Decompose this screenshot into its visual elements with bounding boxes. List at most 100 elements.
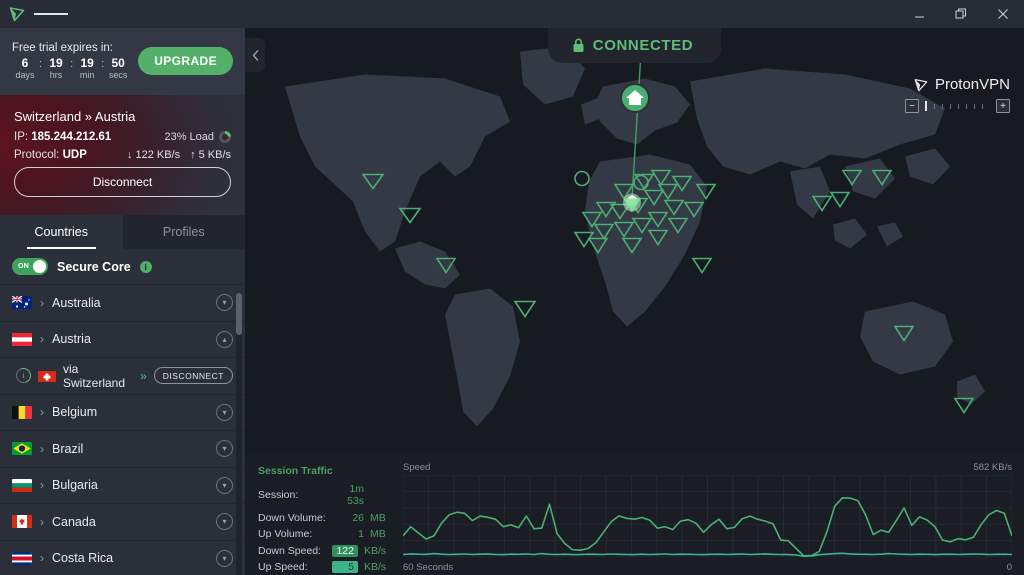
chart-axis-labels: 60 Seconds 0 xyxy=(403,562,1012,573)
tab-profiles[interactable]: Profiles xyxy=(122,215,245,249)
stat-row-down-speed: Down Speed: 122 KB/s xyxy=(258,544,395,557)
server-load: 23% Load xyxy=(164,131,231,143)
secure-core-server-row[interactable]: i via Switzerland » DISCONNECT xyxy=(0,358,245,395)
traffic-stats: Session Traffic Session: 1m 53s Down Vol… xyxy=(245,455,395,575)
country-row-bulgaria[interactable]: › Bulgaria ▾ xyxy=(0,468,245,504)
secure-core-toggle-state: ON xyxy=(18,263,30,270)
country-chevron-icon: › xyxy=(40,332,44,347)
connection-protocol-row: Protocol: UDP ↓ 122 KB/s ↑ 5 KB/s xyxy=(14,149,231,161)
country-list[interactable]: › Australia ▾ › Austria ▴ i via Switzerl… xyxy=(0,285,245,575)
sidebar-collapse-button[interactable] xyxy=(245,38,265,72)
sidebar-tabs: Countries Profiles xyxy=(0,215,245,249)
upload-arrow-icon: ↑ xyxy=(190,149,196,161)
scrollbar-track xyxy=(236,293,242,575)
toggle-knob xyxy=(33,260,46,273)
country-row-costa-rica[interactable]: › Costa Rica ▾ xyxy=(0,541,245,575)
expand-costa-rica-button[interactable]: ▾ xyxy=(216,549,233,567)
zoom-slider-handle[interactable] xyxy=(925,101,927,111)
expand-belgium-button[interactable]: ▾ xyxy=(216,403,233,421)
expand-canada-button[interactable]: ▾ xyxy=(216,513,233,531)
info-icon[interactable]: i xyxy=(139,260,152,273)
hamburger-menu-icon[interactable] xyxy=(34,0,68,28)
protonvpn-logo-icon xyxy=(914,78,928,91)
restore-button[interactable] xyxy=(940,0,982,28)
close-button[interactable] xyxy=(982,0,1024,28)
connection-speeds: ↓ 122 KB/s ↑ 5 KB/s xyxy=(127,149,231,161)
stat-value-up-volume: 1 xyxy=(358,528,364,540)
flag-brazil-icon xyxy=(12,442,32,456)
brand-name: ProtonVPN xyxy=(934,76,1010,93)
stat-label-down-speed: Down Speed: xyxy=(258,544,322,557)
country-name-costa-rica: Costa Rica xyxy=(52,551,114,566)
country-list-scroll: › Australia ▾ › Austria ▴ i via Switzerl… xyxy=(0,285,245,575)
stat-value-up-speed: 5 xyxy=(332,561,358,573)
zoom-tick xyxy=(958,103,959,109)
up-speed-value: 5 KB/s xyxy=(198,149,231,161)
countdown-minutes: 19 min xyxy=(74,56,100,81)
countdown-seconds-value: 50 xyxy=(111,55,125,70)
zoom-slider-track[interactable] xyxy=(923,99,992,113)
secure-core-chevron-icon: » xyxy=(140,368,147,383)
expand-bulgaria-button[interactable]: ▾ xyxy=(216,476,233,494)
chart-x-left-label: 60 Seconds xyxy=(403,562,454,573)
country-row-canada[interactable]: › Canada ▾ xyxy=(0,504,245,541)
brand-and-zoom: ProtonVPN − + xyxy=(905,76,1010,113)
upgrade-button[interactable]: UPGRADE xyxy=(138,47,233,75)
zoom-tick xyxy=(942,103,943,109)
country-row-belgium[interactable]: › Belgium ▾ xyxy=(0,395,245,431)
minimize-button[interactable] xyxy=(898,0,940,28)
server-disconnect-button[interactable]: DISCONNECT xyxy=(153,367,233,385)
secure-core-toggle[interactable]: ON xyxy=(12,258,48,275)
stat-label-up-volume: Up Volume: xyxy=(258,528,313,540)
stat-unit-down-speed: KB/s xyxy=(364,544,387,557)
protonvpn-window: Free trial expires in: 6 days : 19 hrs : xyxy=(0,0,1024,575)
secure-core-info-icon[interactable]: i xyxy=(16,368,31,384)
expand-australia-button[interactable]: ▾ xyxy=(216,294,233,312)
country-chevron-icon: › xyxy=(40,514,44,529)
country-row-australia[interactable]: › Australia ▾ xyxy=(0,285,245,322)
expand-brazil-button[interactable]: ▾ xyxy=(216,440,233,458)
countdown-row: 6 days : 19 hrs : 19 min : 50 secs xyxy=(12,55,131,81)
stat-unit-up-speed: KB/s xyxy=(364,561,387,573)
country-row-brazil[interactable]: › Brazil ▾ xyxy=(0,431,245,468)
zoom-in-button[interactable]: + xyxy=(996,99,1010,113)
chart-max-label: 582 KB/s xyxy=(973,462,1012,473)
zoom-out-button[interactable]: − xyxy=(905,99,919,113)
home-marker-icon[interactable] xyxy=(619,82,651,119)
trial-title: Free trial expires in: xyxy=(12,41,113,54)
countdown-days-value: 6 xyxy=(21,55,29,70)
flag-austria-icon xyxy=(12,332,32,346)
brand-row: ProtonVPN xyxy=(913,76,1010,93)
flag-bulgaria-icon xyxy=(12,478,32,492)
chevron-left-icon xyxy=(252,49,258,61)
disconnect-button[interactable]: Disconnect xyxy=(14,167,231,197)
country-name-belgium: Belgium xyxy=(52,405,98,420)
scrollbar-thumb[interactable] xyxy=(236,293,242,335)
tab-countries[interactable]: Countries xyxy=(0,215,123,249)
country-name-bulgaria: Bulgaria xyxy=(52,478,98,493)
sidebar: Free trial expires in: 6 days : 19 hrs : xyxy=(0,28,245,575)
countdown-hours-value: 19 xyxy=(49,55,63,70)
flag-switzerland-icon xyxy=(38,370,56,382)
stat-label-up-speed: Up Speed: xyxy=(258,561,308,573)
stat-unit-up-volume: MB xyxy=(370,528,386,540)
stat-row-up-speed: Up Speed: 5 KB/s xyxy=(258,561,395,573)
countdown-days: 6 days xyxy=(12,55,38,81)
country-chevron-icon: › xyxy=(40,478,44,493)
country-row-austria[interactable]: › Austria ▴ xyxy=(0,322,245,358)
stat-label-session: Session: xyxy=(258,489,299,501)
zoom-control[interactable]: − + xyxy=(905,99,1010,113)
collapse-austria-button[interactable]: ▴ xyxy=(216,330,233,348)
down-speed-indicator: ↓ 122 KB/s xyxy=(127,149,180,161)
stat-label-down-volume: Down Volume: xyxy=(258,511,326,524)
download-arrow-icon: ↓ xyxy=(126,149,133,161)
chart-plot-area xyxy=(403,475,1012,557)
server-load-text: 23% Load xyxy=(164,131,214,143)
country-list-scrollbar[interactable] xyxy=(236,293,242,575)
chart-header: Speed 582 KB/s xyxy=(403,462,1012,473)
zoom-tick xyxy=(966,103,967,109)
secure-core-label: Secure Core xyxy=(57,259,131,274)
trial-banner: Free trial expires in: 6 days : 19 hrs : xyxy=(0,28,245,95)
world-map[interactable]: CONNECTED ProtonVPN − + xyxy=(245,28,1024,455)
connection-protocol: Protocol: UDP xyxy=(14,149,87,161)
